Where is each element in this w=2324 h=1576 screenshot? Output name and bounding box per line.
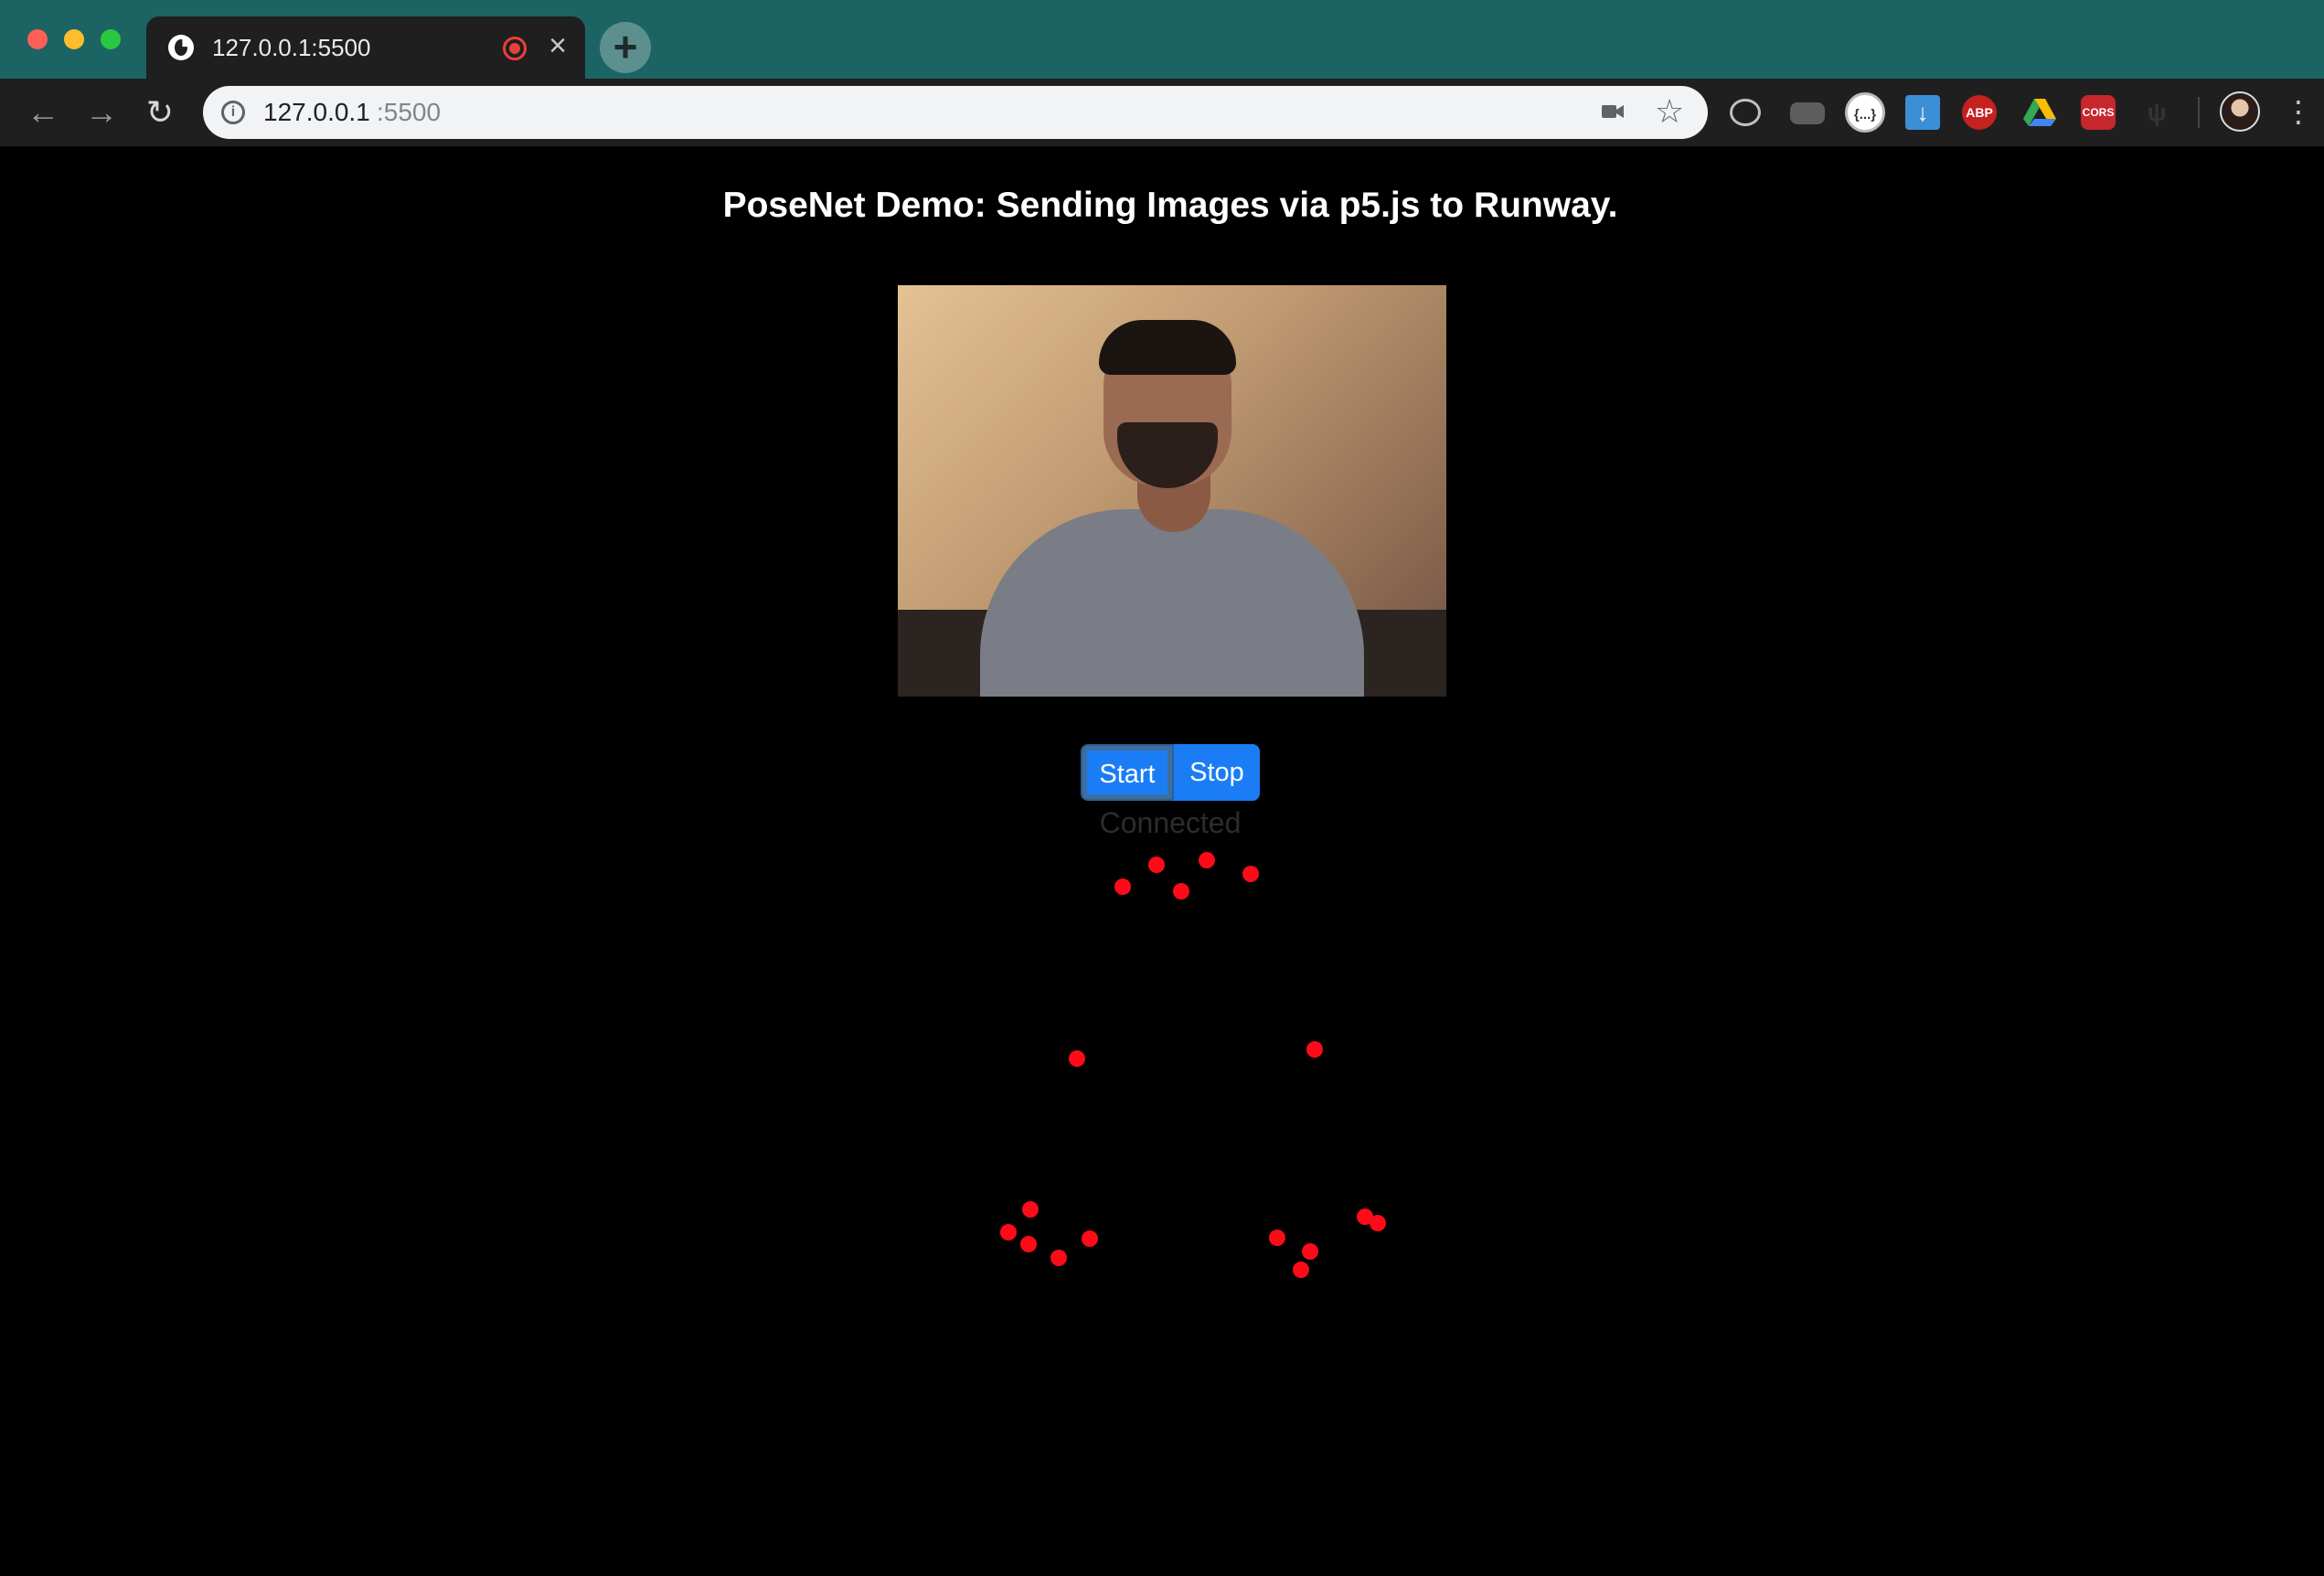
new-tab-button[interactable]: +	[600, 22, 651, 73]
info-icon[interactable]: i	[221, 101, 245, 124]
pose-keypoint	[1173, 883, 1189, 900]
url-port: :5500	[377, 98, 442, 126]
record-icon	[503, 37, 527, 60]
menu-icon[interactable]: ⋮	[2284, 93, 2313, 130]
tab-title: 127.0.0.1:5500	[212, 34, 371, 61]
window-minimize-button[interactable]	[64, 29, 84, 49]
folder-icon[interactable]	[1790, 102, 1825, 124]
address-bar[interactable]: i 127.0.0.1 :5500 ☆	[203, 86, 1708, 139]
pose-keypoint	[1199, 852, 1215, 868]
page-content: PoseNet Demo: Sending Images via p5.js t…	[0, 146, 2324, 1576]
pose-keypoints-canvas	[1000, 852, 1386, 1278]
adblock-extension[interactable]: ABP	[1962, 95, 1997, 130]
json-viewer-extension[interactable]: {...}	[1845, 92, 1885, 133]
star-icon[interactable]: ☆	[1655, 93, 1684, 130]
pose-keypoint	[1000, 1224, 1017, 1241]
close-icon[interactable]: ×	[541, 29, 574, 62]
url-host: 127.0.0.1	[263, 98, 370, 126]
back-arrow-icon[interactable]: ←	[22, 91, 64, 133]
pose-keypoint	[1020, 1236, 1037, 1252]
toolbar-divider	[2198, 97, 2200, 128]
pose-keypoint	[1082, 1230, 1098, 1247]
globe-icon	[168, 35, 194, 60]
camera-icon[interactable]	[1602, 102, 1624, 121]
reload-icon[interactable]: ↻	[139, 91, 181, 133]
pose-keypoint	[1370, 1215, 1386, 1231]
pose-keypoint	[1022, 1201, 1039, 1218]
tab-bar: 127.0.0.1:5500 × +	[0, 0, 2324, 79]
antenna-icon[interactable]: ψ	[2139, 95, 2174, 130]
forward-arrow-icon[interactable]: →	[80, 91, 123, 133]
pose-keypoint	[1069, 1050, 1085, 1067]
pose-keypoint	[1242, 866, 1259, 882]
pose-keypoint	[1148, 857, 1165, 873]
cors-extension[interactable]: CORS	[2081, 95, 2116, 130]
pose-keypoint	[1050, 1250, 1067, 1266]
window-maximize-button[interactable]	[101, 29, 121, 49]
browser-window: 127.0.0.1:5500 × + ← → ↻ i 127.0.0.1 :55…	[0, 0, 2324, 1576]
download-icon[interactable]: ↓	[1905, 95, 1940, 130]
pose-keypoint	[1302, 1243, 1318, 1260]
window-close-button[interactable]	[27, 29, 48, 49]
browser-tab[interactable]: 127.0.0.1:5500 ×	[146, 16, 585, 79]
avatar[interactable]	[2220, 91, 2260, 132]
pose-keypoint	[1293, 1262, 1309, 1278]
pose-keypoint	[1114, 879, 1131, 895]
drive-icon[interactable]	[2022, 95, 2057, 130]
browser-toolbar: ← → ↻ i 127.0.0.1 :5500 ☆ {...} ↓ ABP CO…	[0, 79, 2324, 146]
pose-keypoint	[1269, 1230, 1285, 1246]
chat-icon[interactable]	[1730, 99, 1761, 126]
pose-keypoint	[1306, 1041, 1323, 1058]
